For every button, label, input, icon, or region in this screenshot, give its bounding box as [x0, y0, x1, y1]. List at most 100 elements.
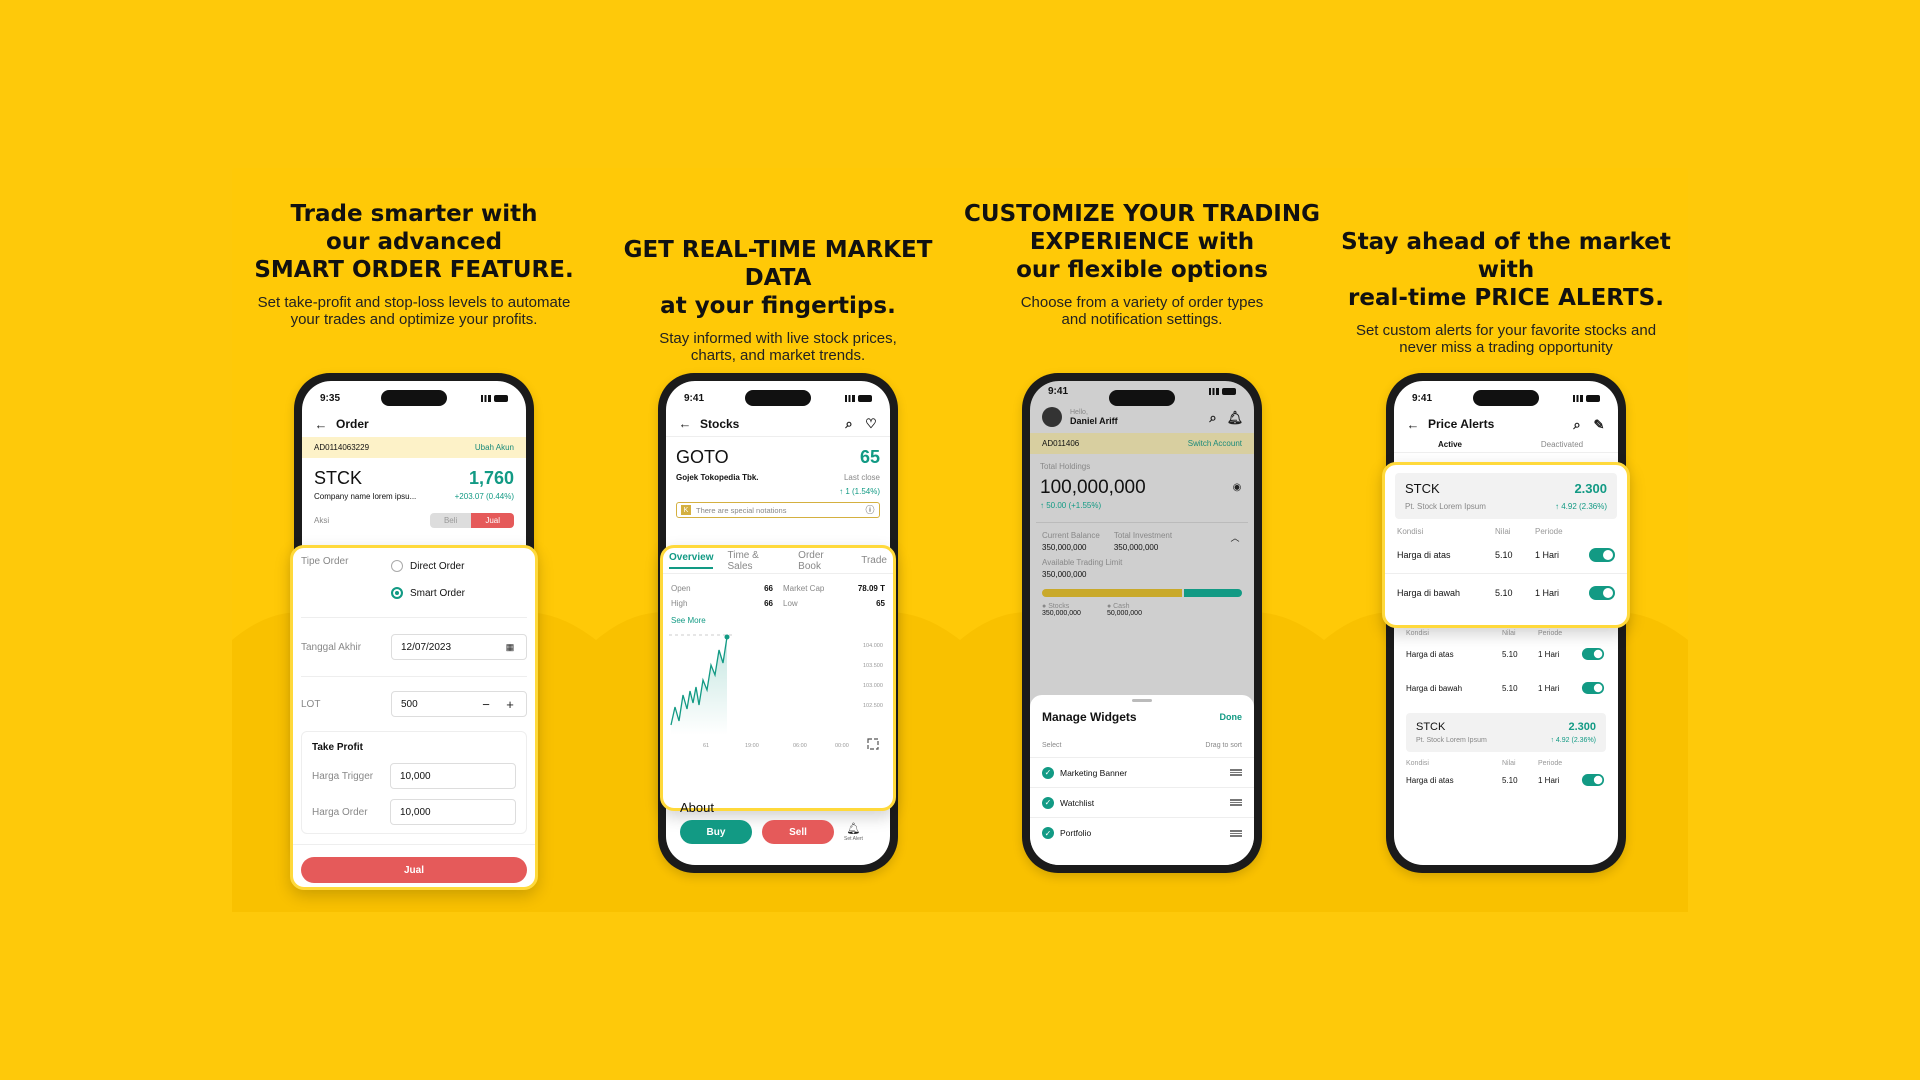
- alert-row: Harga di atas 5.10 1 Hari: [1385, 536, 1627, 574]
- alert-ticker: STCK: [1405, 481, 1440, 496]
- alert-toggle[interactable]: [1589, 547, 1615, 562]
- done-button[interactable]: Done: [1220, 712, 1243, 722]
- col-kondisi: Kondisi: [1397, 527, 1424, 536]
- edit-icon[interactable]: ✎: [1592, 417, 1606, 431]
- harga-trigger-field[interactable]: 10,000: [390, 763, 516, 789]
- col-periode: Periode: [1538, 760, 1563, 767]
- alert-toggle[interactable]: [1581, 648, 1605, 660]
- stocks-bottom-bar: About Buy Sell 🔔︎ Set Alert: [668, 800, 892, 844]
- order-navbar: ← Order: [302, 411, 526, 437]
- widget-item[interactable]: ✓ Marketing Banner: [1030, 758, 1254, 788]
- harga-trigger-label: Harga Trigger: [312, 770, 374, 782]
- direct-order-label: Direct Order: [410, 560, 465, 572]
- open-value: 66: [764, 584, 773, 593]
- tanggal-field[interactable]: 12/07/2023 ▦: [391, 634, 527, 660]
- sell-button[interactable]: Sell: [762, 820, 834, 844]
- tanggal-row: Tanggal Akhir 12/07/2023 ▦: [293, 618, 535, 660]
- drag-handle-icon[interactable]: [1230, 829, 1242, 837]
- check-icon[interactable]: ✓: [1042, 766, 1054, 779]
- battery-icon: [1586, 394, 1600, 402]
- account-id: AD0114063229: [314, 443, 370, 452]
- panel-3-subtext: Choose from a variety of order types and…: [1020, 294, 1264, 328]
- manage-widgets-title: Manage Widgets: [1042, 710, 1137, 724]
- alert-toggle[interactable]: [1581, 682, 1605, 694]
- alert-nilai: 5.10: [1502, 649, 1518, 659]
- smart-order-popout: Tipe Order Direct Order Smart Order Tang…: [290, 545, 538, 890]
- bell-icon: 🔔︎: [846, 822, 861, 835]
- search-icon[interactable]: ⌕: [842, 417, 856, 431]
- alerts-navbar: ← Price Alerts ⌕ ✎: [1394, 411, 1618, 437]
- alert-periode: 1 Hari: [1535, 588, 1560, 598]
- drag-handle-icon[interactable]: [1230, 769, 1242, 776]
- cash-value: 50,000,000: [1106, 610, 1142, 617]
- jual-submit-button[interactable]: Jual: [301, 857, 527, 883]
- minus-icon[interactable]: −: [479, 697, 493, 711]
- tab-trade[interactable]: Trade: [861, 555, 887, 566]
- tab-active[interactable]: Active: [1394, 440, 1506, 449]
- tab-overview[interactable]: Overview: [669, 552, 714, 569]
- x-tick: 06:00: [793, 743, 807, 749]
- current-balance-value: 350,000,000: [1042, 543, 1087, 552]
- alert-periode: 1 Hari: [1535, 549, 1560, 560]
- fullscreen-icon[interactable]: [867, 738, 879, 750]
- y-tick: 103.000: [863, 683, 883, 689]
- drag-handle-icon[interactable]: [1230, 799, 1242, 806]
- buy-button[interactable]: Buy: [680, 820, 752, 844]
- widget-item[interactable]: ✓ Portfolio: [1030, 818, 1254, 848]
- switch-account-link[interactable]: Switch Account: [1188, 439, 1242, 448]
- chevron-up-icon[interactable]: ︿: [1228, 531, 1242, 545]
- phone-notch: [381, 390, 447, 406]
- avatar[interactable]: [1042, 407, 1062, 427]
- panel-3-headline: CUSTOMIZE YOUR TRADING EXPERIENCE with o…: [964, 201, 1320, 283]
- check-icon[interactable]: ✓: [1042, 827, 1054, 839]
- panel-1-subtext: Set take-profit and stop-loss levels to …: [257, 294, 571, 328]
- plus-icon[interactable]: +: [503, 697, 517, 711]
- widget-label: Watchlist: [1060, 797, 1095, 808]
- price-chart: 104.000 103.500 103.000 102.500 61 19:00…: [669, 634, 883, 750]
- check-icon[interactable]: ✓: [1042, 796, 1054, 809]
- heart-icon[interactable]: ♡: [864, 417, 878, 431]
- special-notation-banner[interactable]: K There are special notations ⓘ: [676, 502, 880, 518]
- smart-order-option[interactable]: Smart Order: [391, 581, 465, 605]
- back-arrow-icon[interactable]: ←: [1406, 417, 1420, 431]
- widget-label: Portfolio: [1060, 828, 1092, 838]
- panel-2-text: GET REAL-TIME MARKET DATA at your finger…: [596, 236, 960, 364]
- tab-time-sales[interactable]: Time & Sales: [727, 550, 784, 572]
- lot-stepper[interactable]: 500 − +: [391, 691, 527, 717]
- status-time: 9:41: [1412, 392, 1433, 404]
- alert-company: Pt. Stock Lorem Ipsum: [1405, 502, 1486, 511]
- info-icon[interactable]: ⓘ: [865, 503, 875, 517]
- back-arrow-icon[interactable]: ←: [678, 417, 692, 431]
- direct-order-option[interactable]: Direct Order: [391, 556, 465, 576]
- take-profit-section: Take Profit Harga Trigger 10,000 Harga O…: [301, 731, 527, 834]
- balance-card: Current Balance 350,000,000 Total Investm…: [1036, 522, 1248, 617]
- alert-toggle[interactable]: [1589, 586, 1615, 600]
- back-arrow-icon[interactable]: ←: [314, 417, 328, 431]
- tab-order-book[interactable]: Order Book: [798, 550, 847, 572]
- beli-toggle[interactable]: Beli: [429, 513, 472, 528]
- set-alert-button[interactable]: 🔔︎ Set Alert: [844, 822, 863, 842]
- panel-4-subtext: Set custom alerts for your favorite stoc…: [1355, 322, 1657, 356]
- search-icon[interactable]: ⌕: [1570, 417, 1584, 431]
- change-account-link[interactable]: Ubah Akun: [475, 443, 514, 452]
- search-icon[interactable]: ⌕: [1206, 410, 1220, 424]
- alert-card[interactable]: STCK 2.300 Pt. Stock Lorem Ipsum ↑ 4.92 (2…: [1406, 713, 1606, 752]
- lot-value: 500: [401, 698, 418, 710]
- y-tick: 104.000: [863, 643, 883, 649]
- widget-item[interactable]: ✓ Watchlist: [1030, 788, 1254, 818]
- alert-card[interactable]: STCK 2.300 Pt. Stock Lorem Ipsum ↑ 4.92 (2…: [1395, 473, 1617, 519]
- eye-icon[interactable]: ◉: [1230, 481, 1244, 495]
- stock-overview-popout: Overview Time & Sales Order Book Trade O…: [660, 545, 896, 811]
- jual-toggle[interactable]: Jual: [471, 513, 514, 528]
- lot-row: LOT 500 − +: [293, 677, 535, 717]
- bell-icon[interactable]: 🔔︎: [1227, 410, 1244, 424]
- calendar-icon[interactable]: ▦: [503, 640, 517, 654]
- panel-1-headline: Trade smarter with our advanced SMART OR…: [254, 201, 574, 283]
- alert-toggle[interactable]: [1581, 774, 1605, 786]
- holdings-section: Total Holdings 100,000,000 ◉ ↑ 50.00 (+1…: [1030, 454, 1254, 510]
- battery-icon: [494, 394, 508, 402]
- status-time: 9:41: [684, 392, 705, 404]
- harga-order-field[interactable]: 10,000: [390, 799, 516, 825]
- tab-deactivated[interactable]: Deactivated: [1506, 440, 1618, 449]
- see-more-link[interactable]: See More: [663, 608, 893, 625]
